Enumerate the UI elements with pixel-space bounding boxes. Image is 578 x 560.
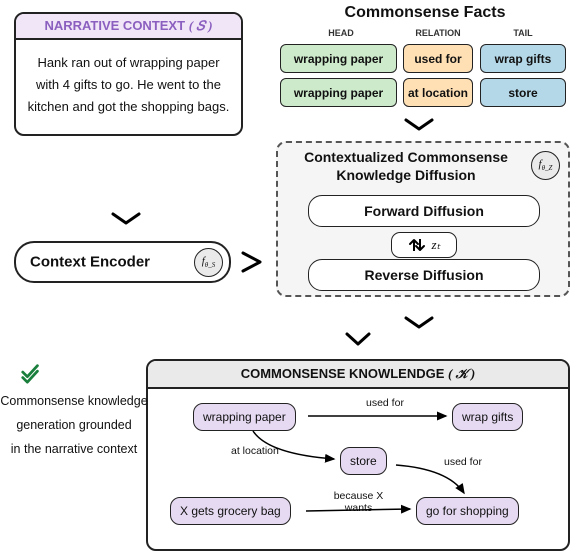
fact-tail-2: store <box>480 78 566 107</box>
facts-tail-label: TAIL <box>480 28 566 38</box>
narrative-text: Hank ran out of wrapping paper with 4 gi… <box>16 40 241 134</box>
node-go-shopping: go for shopping <box>416 497 519 525</box>
context-encoder-label: Context Encoder <box>30 254 150 271</box>
edge-used-for-1: used for <box>366 397 404 409</box>
knowledge-box: COMMONSENSE KNOWLENDGE ( 𝒦 ) wrapping pa… <box>146 359 570 551</box>
caption: Commonsense knowledge generation grounde… <box>0 390 148 461</box>
knowledge-header: COMMONSENSE KNOWLENDGE ( 𝒦 ) <box>148 361 568 389</box>
zt-symbol: zₜ <box>432 237 441 253</box>
fact-head-2: wrapping paper <box>280 78 397 107</box>
narrative-context-box: NARRATIVE CONTEXT ( 𝑆 ) Hank ran out of … <box>14 12 243 136</box>
caption-line-2: generation grounded <box>0 414 148 438</box>
node-wrap-gifts: wrap gifts <box>452 403 523 431</box>
narrative-header: NARRATIVE CONTEXT ( 𝑆 ) <box>16 14 241 40</box>
diffusion-title: Contextualized Commonsense Knowledge Dif… <box>278 149 534 184</box>
knowledge-header-label: COMMONSENSE KNOWLENDGE <box>241 366 445 381</box>
edge-because-wants: because X wants <box>326 490 391 514</box>
up-down-arrow-icon <box>408 238 426 252</box>
facts-title: Commonsense Facts <box>285 4 565 22</box>
context-encoder-fn-icon: fθ_S <box>194 248 223 277</box>
narrative-header-label: NARRATIVE CONTEXT <box>44 18 185 33</box>
checkmark-icon <box>20 362 42 384</box>
latent-zt: zₜ <box>391 232 457 258</box>
context-encoder-box: Context Encoder fθ_S <box>14 241 231 283</box>
diffusion-box: Contextualized Commonsense Knowledge Dif… <box>276 141 570 297</box>
caption-line-3: in the narrative context <box>0 438 148 462</box>
fact-relation-2: at location <box>403 78 473 107</box>
reverse-diffusion: Reverse Diffusion <box>308 259 540 291</box>
facts-relation-label: RELATION <box>400 28 476 38</box>
diffusion-fn-icon: fθ_Z <box>531 151 560 180</box>
knowledge-graph: wrapping paper wrap gifts store X gets g… <box>148 389 568 547</box>
facts-head-label: HEAD <box>285 28 397 38</box>
edge-at-location: at location <box>231 445 279 457</box>
knowledge-header-symbol: ( 𝒦 ) <box>448 366 475 381</box>
fact-tail-1: wrap gifts <box>480 44 566 73</box>
edge-used-for-2: used for <box>444 456 482 468</box>
node-wrapping-paper: wrapping paper <box>193 403 296 431</box>
node-grocery-bag: X gets grocery bag <box>170 497 291 525</box>
caption-line-1: Commonsense knowledge <box>0 390 148 414</box>
fact-relation-1: used for <box>403 44 473 73</box>
fact-head-1: wrapping paper <box>280 44 397 73</box>
narrative-header-symbol: ( 𝑆 ) <box>189 18 213 33</box>
node-store: store <box>340 447 387 475</box>
forward-diffusion: Forward Diffusion <box>308 195 540 227</box>
